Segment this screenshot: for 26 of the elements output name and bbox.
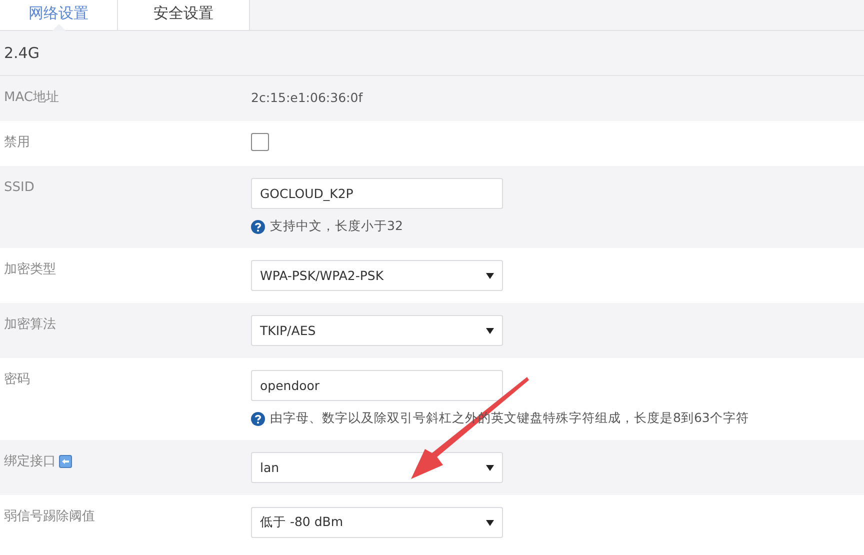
field-label: 绑定接口 — [4, 453, 56, 471]
field-label: 弱信号踢除阈值 — [4, 508, 95, 526]
mac-address: 2c:15:e1:06:36:0f — [251, 89, 363, 107]
hint-text: 支持中文，长度小于32 — [270, 218, 403, 235]
section-title: 2.4G — [0, 31, 864, 76]
dropdown[interactable]: TKIP/AES — [251, 315, 503, 346]
tab[interactable]: 网络设置 — [0, 0, 118, 30]
help-icon — [251, 412, 265, 426]
caret-icon — [486, 328, 494, 334]
caret-icon — [486, 272, 494, 278]
field-label: 加密类型 — [4, 261, 56, 279]
input-field[interactable]: opendoor — [251, 370, 503, 401]
field-label: MAC地址 — [4, 89, 59, 107]
dropdown[interactable]: WPA-PSK/WPA2-PSK — [251, 260, 503, 291]
tab[interactable]: 安全设置 — [118, 0, 250, 30]
field-label: 加密算法 — [4, 316, 56, 334]
dropdown[interactable]: 低于 -80 dBm — [251, 507, 503, 538]
field-label: 禁用 — [4, 134, 30, 152]
field-label: SSID — [4, 179, 34, 197]
caret-icon — [486, 520, 494, 526]
checkbox[interactable] — [251, 133, 269, 151]
caret-icon — [486, 464, 494, 470]
input-field[interactable]: GOCLOUD_K2P — [251, 178, 503, 209]
help-icon — [251, 220, 265, 234]
field-label: 密码 — [4, 371, 30, 389]
dropdown[interactable]: lan — [251, 452, 503, 483]
